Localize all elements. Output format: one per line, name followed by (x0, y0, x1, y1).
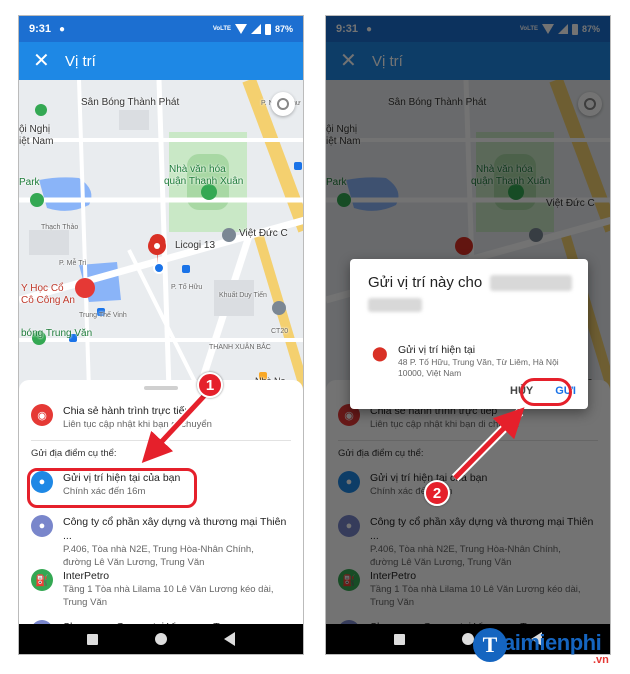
watermark: T aimienphi .vn (473, 626, 625, 670)
step-2-badge: 2 (424, 480, 450, 506)
watermark-logo: T (473, 628, 507, 662)
annotation-arrows (141, 391, 525, 482)
watermark-suffix: .vn (593, 654, 609, 666)
arrow-step2 (453, 407, 525, 480)
arrow-step1 (141, 393, 207, 463)
step-1-badge: 1 (197, 372, 223, 398)
watermark-text: aimienphi (503, 630, 602, 655)
